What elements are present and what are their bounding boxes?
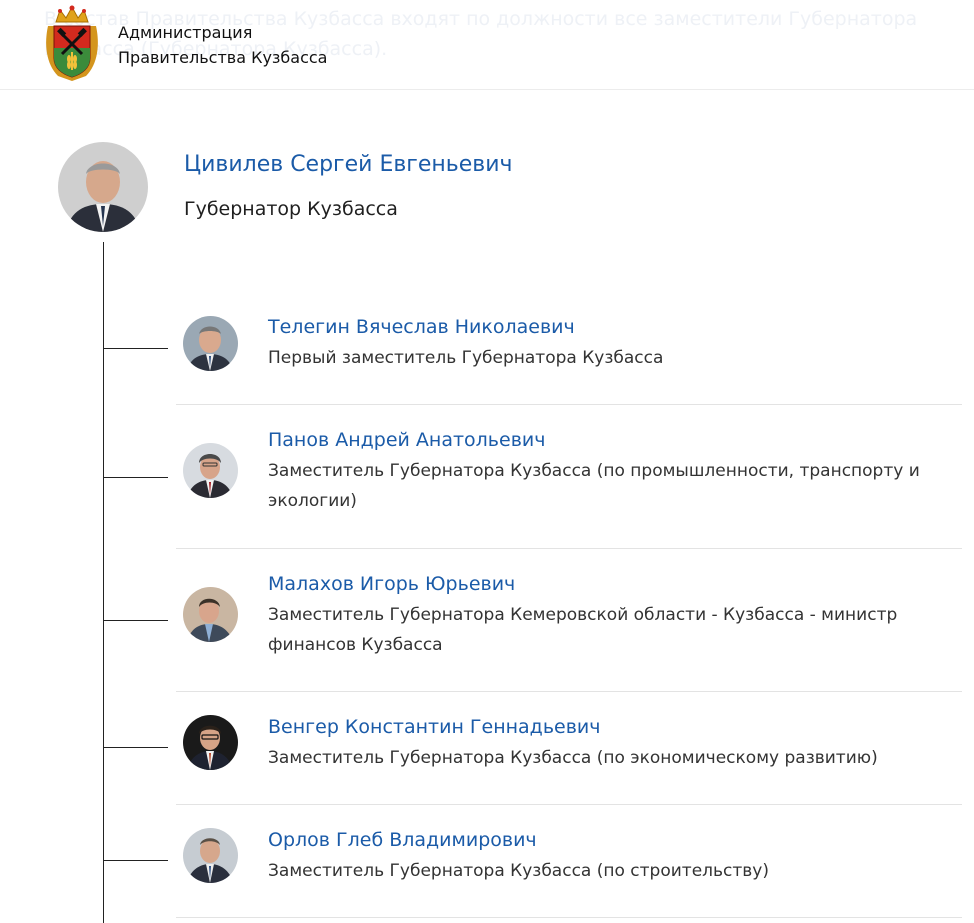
member-position: Заместитель Губернатора Кузбасса (по про… <box>268 461 920 511</box>
member-name-link[interactable]: Орлов Глеб Владимирович <box>268 827 537 853</box>
kuzbass-coat-of-arms-icon[interactable] <box>42 4 102 82</box>
member-photo[interactable] <box>183 316 238 371</box>
org-tree-vertical-line <box>103 242 104 923</box>
site-brand-link[interactable]: Администрация Правительства Кузбасса <box>118 20 327 70</box>
brand-line-2: Правительства Кузбасса <box>118 48 328 67</box>
member-name-link[interactable]: Малахов Игорь Юрьевич <box>268 571 515 597</box>
member-position: Заместитель Губернатора Кемеровской обла… <box>268 605 898 655</box>
member-photo[interactable] <box>183 828 238 883</box>
governor-title: Губернатор Кузбасса <box>184 198 398 220</box>
divider <box>176 691 962 692</box>
org-tree-branch <box>103 747 168 748</box>
org-tree-branch <box>103 620 168 621</box>
divider <box>176 804 962 805</box>
member-photo[interactable] <box>183 587 238 642</box>
divider <box>176 917 962 918</box>
member-position: Первый заместитель Губернатора Кузбасса <box>268 348 664 368</box>
governor-name-link[interactable]: Цивилев Сергей Евгеньевич <box>184 150 513 180</box>
brand-line-1: Администрация <box>118 23 253 42</box>
member-position: Заместитель Губернатора Кузбасса (по стр… <box>268 861 769 881</box>
org-tree-branch <box>103 348 168 349</box>
member-photo[interactable] <box>183 443 238 498</box>
member-name-link[interactable]: Венгер Константин Геннадьевич <box>268 714 600 740</box>
member-name-link[interactable]: Телегин Вячеслав Николаевич <box>268 314 575 340</box>
divider <box>176 404 962 405</box>
member-name-link[interactable]: Панов Андрей Анатольевич <box>268 427 545 453</box>
member-position: Заместитель Губернатора Кузбасса (по эко… <box>268 748 878 768</box>
org-tree-branch <box>103 860 168 861</box>
governor-photo[interactable] <box>58 142 148 232</box>
site-header: В состав Правительства Кузбасса входят п… <box>0 0 974 90</box>
member-photo[interactable] <box>183 715 238 770</box>
org-tree-branch <box>103 477 168 478</box>
divider <box>176 548 962 549</box>
